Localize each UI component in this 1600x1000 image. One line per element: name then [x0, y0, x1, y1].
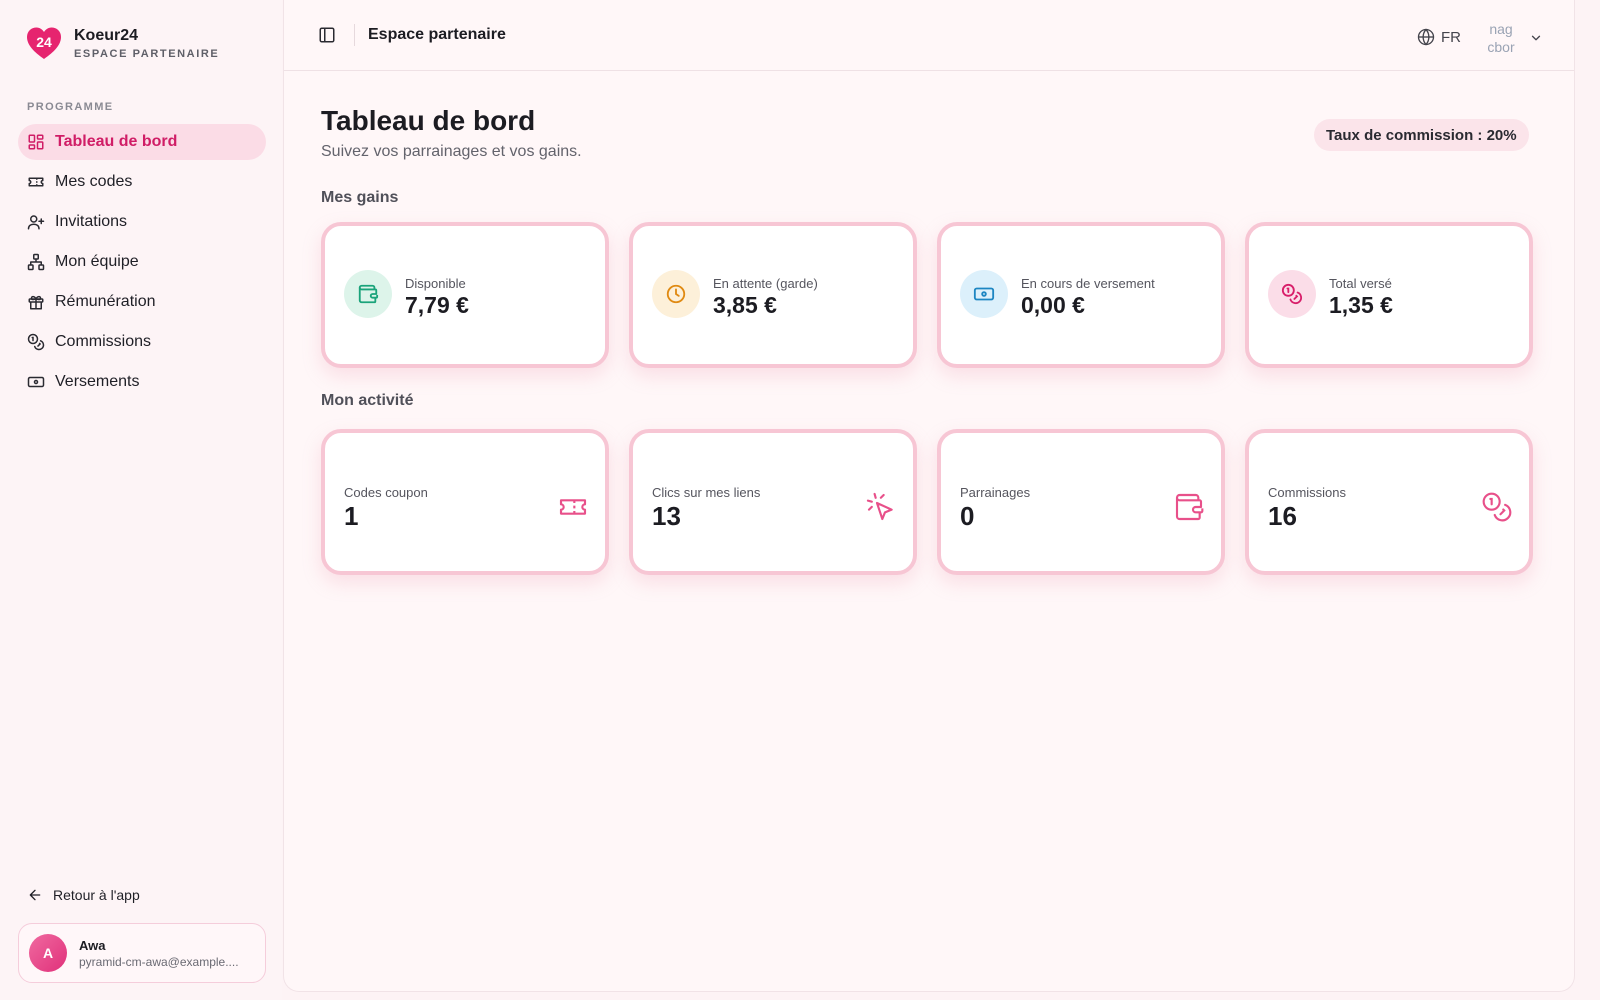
activity-card-coupons: Codes coupon 1: [321, 429, 609, 575]
activity-card-referrals: Parrainages 0: [937, 429, 1225, 575]
gain-value: 1,35 €: [1329, 292, 1393, 318]
topbar-avatar[interactable]: nag cbor: [1481, 18, 1521, 58]
sidebar-item-payouts[interactable]: Versements: [18, 364, 266, 400]
sidebar-item-label: Mon équipe: [55, 253, 139, 270]
brand-subtitle: ESPACE PARTENAIRE: [74, 48, 220, 60]
sidebar-item-commissions[interactable]: Commissions: [18, 324, 266, 360]
language-label: FR: [1441, 28, 1461, 46]
heart-logo-icon: 24: [27, 27, 61, 59]
globe-icon: [1417, 28, 1435, 46]
main-panel: Espace partenaire FR nag cbor Tableau de…: [283, 0, 1575, 992]
ticket-icon: [557, 491, 589, 523]
gain-card-pending: En attente (garde) 3,85 €: [629, 222, 917, 368]
sidebar-item-label: Commissions: [55, 333, 152, 350]
activity-value: 0: [960, 501, 975, 531]
wallet-icon: [1173, 491, 1205, 523]
arrow-left-icon: [29, 889, 41, 901]
sidebar-item-label: Tableau de bord: [55, 133, 178, 150]
activity-section-title: Mon activité: [321, 392, 414, 409]
dashboard-icon: [27, 133, 45, 151]
sidebar-item-label: Rémunération: [55, 293, 156, 310]
sidebar-toggle-button[interactable]: [314, 22, 340, 48]
topbar-divider: [354, 24, 355, 46]
gain-value: 0,00 €: [1021, 292, 1085, 318]
sidebar-item-invitations[interactable]: Invitations: [18, 204, 266, 240]
back-to-app-label: Retour à l'app: [53, 887, 140, 903]
gain-card-available: Disponible 7,79 €: [321, 222, 609, 368]
topbar-title: Espace partenaire: [368, 26, 506, 43]
user-email: pyramid-cm-awa@example....: [79, 954, 239, 969]
gain-label: Total versé: [1329, 276, 1392, 291]
brand-name: Koeur24: [74, 27, 139, 44]
activity-label: Codes coupon: [344, 485, 428, 500]
gain-card-total-paid: Total versé 1,35 €: [1245, 222, 1533, 368]
banknote-icon: [960, 270, 1008, 318]
coins-icon: [1268, 270, 1316, 318]
user-card[interactable]: A Awa pyramid-cm-awa@example....: [18, 923, 266, 983]
activity-value: 1: [344, 501, 359, 531]
ticket-icon: [27, 173, 45, 191]
clock-icon: [652, 270, 700, 318]
gain-label: En cours de versement: [1021, 276, 1155, 291]
wallet-icon: [344, 270, 392, 318]
user-name: Awa: [79, 937, 106, 953]
activity-value: 13: [652, 501, 681, 531]
gain-value: 3,85 €: [713, 292, 777, 318]
banknote-icon: [27, 373, 45, 391]
gain-label: En attente (garde): [713, 276, 818, 291]
activity-value: 16: [1268, 501, 1297, 531]
gain-card-in-payout: En cours de versement 0,00 €: [937, 222, 1225, 368]
user-plus-icon: [27, 213, 45, 231]
panel-left-icon: [319, 27, 335, 43]
avatar: A: [29, 934, 67, 972]
sidebar-item-label: Versements: [55, 373, 140, 390]
back-to-app-link[interactable]: Retour à l'app: [27, 887, 140, 903]
sidebar-item-label: Invitations: [55, 213, 128, 230]
coins-icon: [27, 333, 45, 351]
sidebar-item-dashboard[interactable]: Tableau de bord: [18, 124, 266, 160]
gains-section-title: Mes gains: [321, 189, 399, 206]
cursor-click-icon: [865, 491, 897, 523]
activity-card-clicks: Clics sur mes liens 13: [629, 429, 917, 575]
activity-card-commissions: Commissions 16: [1245, 429, 1533, 575]
topbar: Espace partenaire FR nag cbor: [284, 0, 1574, 71]
sidebar-item-codes[interactable]: Mes codes: [18, 164, 266, 200]
activity-label: Clics sur mes liens: [652, 485, 761, 500]
sidebar-item-remuneration[interactable]: Rémunération: [18, 284, 266, 320]
gain-label: Disponible: [405, 276, 466, 291]
language-switcher[interactable]: FR: [1417, 28, 1461, 46]
commission-rate-label: Taux de commission : 20%: [1326, 126, 1517, 144]
sidebar-item-label: Mes codes: [55, 173, 133, 190]
chevron-down-icon[interactable]: [1529, 31, 1543, 45]
sidebar: 24 Koeur24 ESPACE PARTENAIRE PROGRAMME T…: [0, 0, 282, 1000]
commission-rate-badge: Taux de commission : 20%: [1314, 119, 1529, 151]
sidebar-nav: Tableau de bord Mes codes Invitations Mo…: [18, 124, 266, 404]
activity-label: Commissions: [1268, 485, 1347, 500]
logo-text: 24: [36, 34, 52, 50]
nav-section-label: PROGRAMME: [27, 101, 114, 113]
page-subtitle: Suivez vos parrainages et vos gains.: [321, 143, 582, 160]
gain-value: 7,79 €: [405, 292, 469, 318]
topbar-avatar-text: nag cbor: [1487, 21, 1515, 55]
sidebar-item-team[interactable]: Mon équipe: [18, 244, 266, 280]
coins-icon: [1481, 491, 1513, 523]
activity-label: Parrainages: [960, 485, 1031, 500]
network-icon: [27, 253, 45, 271]
brand[interactable]: 24 Koeur24 ESPACE PARTENAIRE: [26, 26, 219, 62]
page-title: Tableau de bord: [321, 105, 536, 136]
gift-icon: [27, 293, 45, 311]
